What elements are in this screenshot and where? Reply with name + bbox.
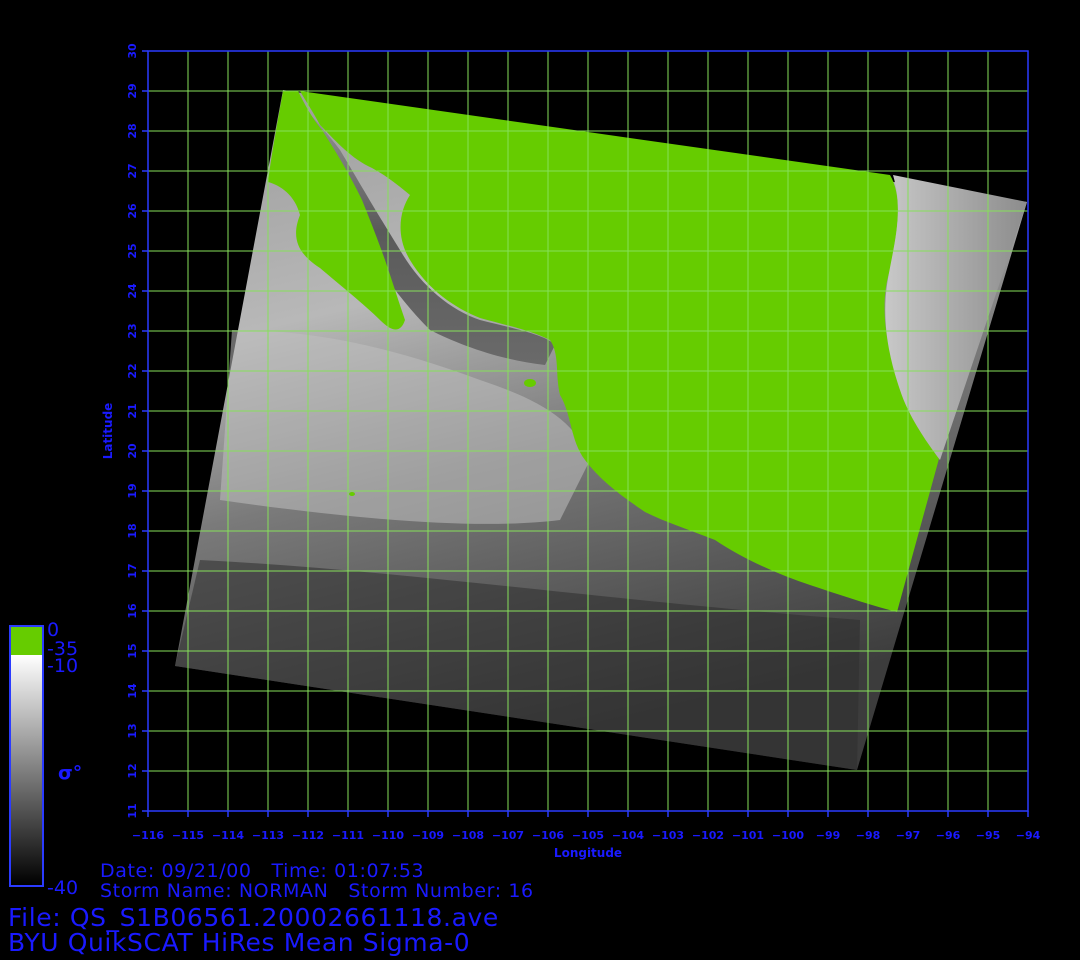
x-tick-label: −104 xyxy=(612,829,645,842)
colorbar-bottom-label: -40 xyxy=(47,877,78,899)
y-tick-label: 13 xyxy=(126,723,139,738)
y-tick-label: 15 xyxy=(126,643,139,658)
colorbar-gradient xyxy=(11,655,42,885)
y-tick-label: 30 xyxy=(126,43,139,59)
product-title: BYU QuikSCAT HiRes Mean Sigma-0 xyxy=(8,928,471,957)
y-tick-label: 21 xyxy=(126,403,139,418)
y-axis-title: Latitude xyxy=(101,403,115,460)
longitude-ticks: −116 −115 −114 −113 −112 −111 −110 −109 −108 −107… xyxy=(132,811,1041,842)
y-tick-label: 22 xyxy=(126,363,139,378)
time-value: 01:07:53 xyxy=(334,860,425,882)
storm-number-value: 16 xyxy=(508,880,534,902)
y-tick-label: 11 xyxy=(126,803,139,818)
y-tick-label: 18 xyxy=(126,523,139,538)
storm-line: Storm Name: NORMAN Storm Number: 16 xyxy=(100,880,534,902)
colorbar-sigma-label: σ° xyxy=(58,762,82,784)
y-tick-label: 27 xyxy=(126,163,139,178)
y-tick-label: 20 xyxy=(126,443,139,459)
x-tick-label: −95 xyxy=(976,829,1001,842)
x-tick-label: −99 xyxy=(816,829,841,842)
storm-number-label: Storm Number: xyxy=(348,880,502,902)
x-tick-label: −112 xyxy=(292,829,324,842)
x-tick-label: −100 xyxy=(772,829,805,842)
y-tick-label: 29 xyxy=(126,83,139,98)
x-tick-label: −105 xyxy=(572,829,604,842)
x-tick-label: −111 xyxy=(332,829,364,842)
storm-name-label: Storm Name: xyxy=(100,880,233,902)
x-tick-label: −110 xyxy=(372,829,405,842)
y-tick-label: 28 xyxy=(126,123,139,138)
x-tick-label: −103 xyxy=(652,829,684,842)
x-tick-label: −109 xyxy=(412,829,444,842)
x-tick-label: −107 xyxy=(492,829,524,842)
x-tick-label: −94 xyxy=(1016,829,1041,842)
x-tick-label: −98 xyxy=(856,829,881,842)
x-tick-label: −115 xyxy=(172,829,204,842)
y-tick-label: 24 xyxy=(126,283,139,299)
x-tick-label: −102 xyxy=(692,829,724,842)
y-tick-label: 26 xyxy=(126,203,139,219)
latitude-ticks: 11 12 13 14 15 16 17 18 19 20 21 22 23 24 25 26 27 28 29 30 xyxy=(126,43,148,819)
x-axis-title: Longitude xyxy=(554,846,622,860)
y-tick-label: 17 xyxy=(126,563,139,578)
x-tick-label: −96 xyxy=(936,829,961,842)
y-tick-label: 12 xyxy=(126,763,139,778)
storm-name-value: NORMAN xyxy=(238,880,329,902)
x-tick-label: −97 xyxy=(896,829,921,842)
colorbar-land-segment xyxy=(11,627,42,655)
date-value: 09/21/00 xyxy=(161,860,252,882)
time-label: Time: xyxy=(271,860,328,882)
y-tick-label: 25 xyxy=(126,243,139,258)
colorbar: 0 -35 -10 σ° -40 xyxy=(9,619,82,899)
x-tick-label: −113 xyxy=(252,829,284,842)
x-tick-label: −108 xyxy=(452,829,484,842)
date-label: Date: xyxy=(100,860,155,882)
y-tick-label: 16 xyxy=(126,603,139,619)
sigma0-map: −116 −115 −114 −113 −112 −111 −110 −109 −108 −107… xyxy=(9,43,1041,899)
x-tick-label: −114 xyxy=(212,829,245,842)
island-small xyxy=(349,492,355,496)
y-tick-label: 14 xyxy=(126,683,139,699)
y-tick-label: 23 xyxy=(126,323,139,338)
island-tres-marias xyxy=(524,379,536,387)
x-tick-label: −106 xyxy=(532,829,565,842)
x-tick-label: −101 xyxy=(732,829,764,842)
colorbar-upper-label: -10 xyxy=(47,655,78,677)
x-tick-label: −116 xyxy=(132,829,165,842)
y-tick-label: 19 xyxy=(126,483,139,498)
date-time-line: Date: 09/21/00 Time: 01:07:53 xyxy=(100,860,424,882)
